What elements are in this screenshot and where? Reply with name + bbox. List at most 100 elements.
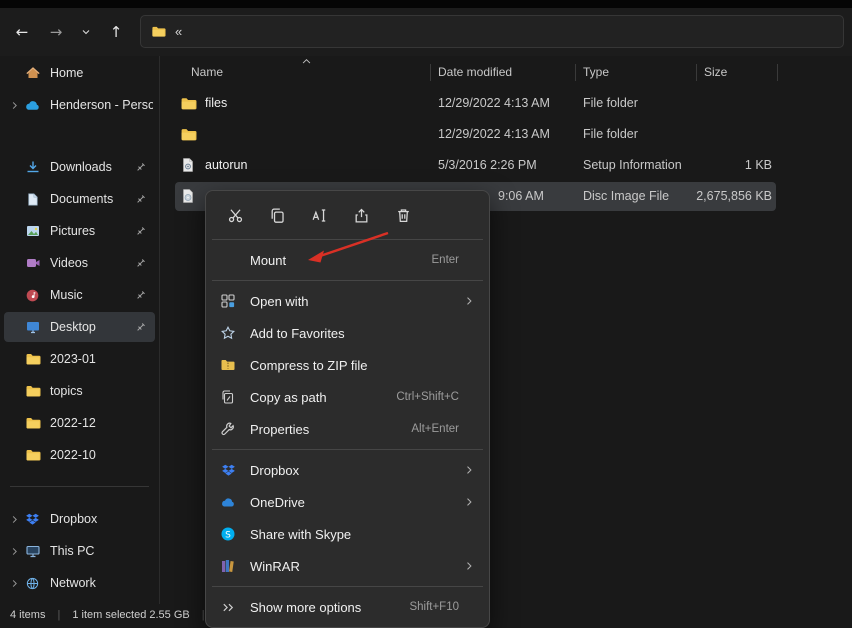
properties-icon (220, 421, 236, 437)
pictures-icon (24, 223, 41, 240)
sidebar-separator (0, 470, 159, 502)
sidebar-item-2023-01[interactable]: 2023-01 (4, 344, 155, 374)
share-button[interactable] (344, 200, 378, 230)
open-with-icon (220, 293, 236, 309)
column-divider[interactable] (696, 64, 697, 81)
rename-icon (311, 207, 328, 224)
column-divider[interactable] (575, 64, 576, 81)
forward-button[interactable]: → (40, 16, 72, 48)
pin-icon (134, 257, 148, 270)
context-menu-item-dropbox[interactable]: Dropbox (210, 454, 485, 486)
chevron-right-icon[interactable] (6, 511, 22, 527)
context-menu-item-copy-as-path[interactable]: Copy as path Ctrl+Shift+C (210, 381, 485, 413)
column-header-name[interactable]: Name (191, 65, 223, 79)
submenu-chevron-icon (461, 560, 477, 572)
sidebar-item-2022-10[interactable]: 2022-10 (4, 440, 155, 470)
sidebar-item-label: 2022-10 (50, 448, 96, 462)
titlebar-strip (0, 0, 852, 8)
sidebar-item-music[interactable]: Music (4, 280, 155, 310)
sidebar-item-documents[interactable]: Documents (4, 184, 155, 214)
menu-separator (212, 586, 483, 587)
folder-icon (180, 126, 197, 143)
recent-locations-button[interactable] (74, 16, 98, 48)
desktop-icon (24, 319, 41, 336)
sidebar-item-onedrive-personal[interactable]: Henderson - Person (4, 90, 155, 120)
context-menu: Mount Enter Open with Add to Favorites C… (205, 190, 490, 628)
sidebar-item-this-pc[interactable]: This PC (4, 536, 155, 566)
menu-separator (212, 239, 483, 240)
column-header-size[interactable]: Size (704, 65, 727, 79)
menu-item-label: OneDrive (250, 495, 305, 510)
sidebar-item-label: Network (50, 576, 96, 590)
file-size: 2,675,856 KB (696, 189, 772, 203)
sidebar-item-topics[interactable]: topics (4, 376, 155, 406)
file-type: Setup Information (583, 158, 682, 172)
column-divider[interactable] (430, 64, 431, 81)
rename-button[interactable] (302, 200, 336, 230)
navigation-toolbar: ← → ↑ « (0, 8, 852, 56)
sidebar-item-pictures[interactable]: Pictures (4, 216, 155, 246)
file-date: 9:06 AM (498, 189, 544, 203)
menu-item-label: Add to Favorites (250, 326, 345, 341)
context-menu-item-add-to-favorites[interactable]: Add to Favorites (210, 317, 485, 349)
column-divider[interactable] (777, 64, 778, 81)
pin-icon (134, 225, 148, 238)
quick-actions-row (210, 195, 485, 235)
sort-ascending-icon (301, 57, 312, 65)
sidebar-item-label: Pictures (50, 224, 95, 238)
chevron-right-icon[interactable] (6, 575, 22, 591)
sidebar-item-dropbox[interactable]: Dropbox (4, 504, 155, 534)
zip-folder-icon (220, 357, 236, 373)
folder-icon (24, 351, 41, 368)
sidebar-item-desktop[interactable]: Desktop (4, 312, 155, 342)
trash-icon (395, 207, 412, 224)
chevron-right-icon[interactable] (6, 543, 22, 559)
context-menu-item-open-with[interactable]: Open with (210, 285, 485, 317)
folder-icon (24, 447, 41, 464)
dropbox-icon (220, 462, 236, 478)
context-menu-item-properties[interactable]: Properties Alt+Enter (210, 413, 485, 445)
chevron-right-icon[interactable] (6, 97, 22, 113)
videos-icon (24, 255, 41, 272)
svg-text:S: S (225, 530, 231, 540)
up-button[interactable]: ↑ (100, 16, 132, 48)
sidebar-item-videos[interactable]: Videos (4, 248, 155, 278)
context-menu-item-show-more-options[interactable]: Show more options Shift+F10 (210, 591, 485, 623)
sidebar-item-downloads[interactable]: Downloads (4, 152, 155, 182)
share-icon (353, 207, 370, 224)
file-type: File folder (583, 127, 638, 141)
sidebar-item-2022-12[interactable]: 2022-12 (4, 408, 155, 438)
file-row[interactable]: autorun 5/3/2016 2:26 PM Setup Informati… (161, 150, 852, 181)
file-row[interactable]: 12/29/2022 4:13 AM File folder (161, 119, 852, 150)
sidebar-item-home[interactable]: Home (4, 58, 155, 88)
breadcrumb-collapsed[interactable]: « (175, 24, 182, 39)
delete-button[interactable] (386, 200, 420, 230)
column-header-type[interactable]: Type (583, 65, 609, 79)
context-menu-item-winrar[interactable]: WinRAR (210, 550, 485, 582)
file-size: 1 KB (696, 158, 772, 172)
file-date: 12/29/2022 4:13 AM (438, 127, 550, 141)
item-count: 4 items (10, 609, 45, 621)
context-menu-item-compress-zip[interactable]: Compress to ZIP file (210, 349, 485, 381)
context-menu-item-mount[interactable]: Mount Enter (210, 244, 485, 276)
copy-button[interactable] (260, 200, 294, 230)
pin-icon (134, 289, 148, 302)
onedrive-cloud-icon (24, 97, 41, 114)
this-pc-icon (24, 543, 41, 560)
sidebar-item-label: Music (50, 288, 83, 302)
context-menu-item-share-with-skype[interactable]: S Share with Skype (210, 518, 485, 550)
folder-icon (180, 95, 197, 112)
cut-button[interactable] (218, 200, 252, 230)
column-headers: Name Date modified Type Size (161, 56, 852, 88)
disc-image-icon (180, 188, 196, 204)
skype-icon: S (220, 526, 236, 542)
context-menu-item-onedrive[interactable]: OneDrive (210, 486, 485, 518)
sidebar-item-network[interactable]: Network (4, 568, 155, 598)
back-button[interactable]: ← (6, 16, 38, 48)
sidebar-item-label: topics (50, 384, 83, 398)
column-header-date-modified[interactable]: Date modified (438, 65, 512, 79)
file-row[interactable]: files 12/29/2022 4:13 AM File folder (161, 88, 852, 119)
sidebar-item-label: Documents (50, 192, 113, 206)
sidebar-item-label: 2023-01 (50, 352, 96, 366)
address-bar[interactable]: « (140, 15, 844, 48)
